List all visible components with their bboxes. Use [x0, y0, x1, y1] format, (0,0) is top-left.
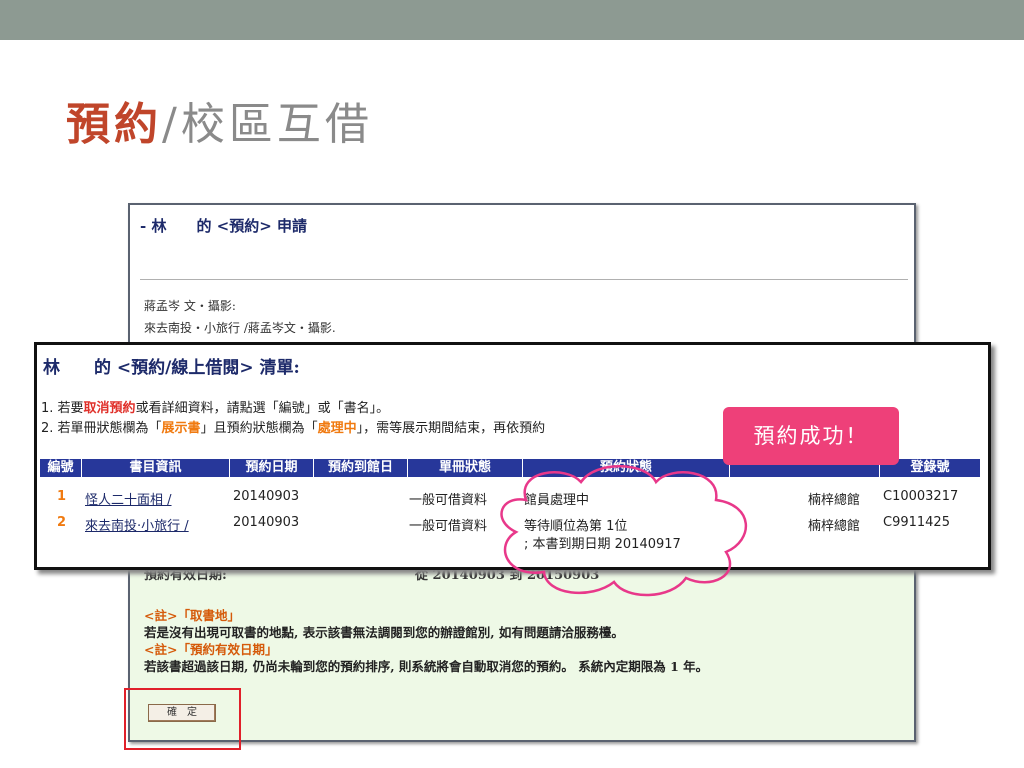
slide-top-bar — [0, 0, 1024, 40]
col-number[interactable]: 編號 — [40, 459, 82, 477]
note-validity-text: 若該書超過該日期, 仍尚未輪到您的預約排序, 則系統將會自動取消您的預約。 系統… — [144, 659, 709, 674]
row-1-number[interactable]: 1 — [57, 489, 66, 504]
cloud-outline — [500, 465, 748, 597]
list-title: 林 的 <預約/線上借閱> 清單: — [43, 358, 300, 378]
processing-keyword: 處理中 — [317, 421, 357, 436]
col-reserve-date[interactable]: 預約日期 — [230, 459, 314, 477]
row-2-reserve-date: 20140903 — [233, 515, 300, 530]
application-title: - 林 的 <預約> 申請 — [140, 217, 308, 235]
slide-title-accent: 預約 — [66, 99, 162, 150]
row-1-title-link[interactable]: 怪人二十面相 / — [85, 489, 172, 508]
slide-title: 預約/校區互借 — [66, 88, 373, 152]
book-author-line: 蔣孟岑 文‧攝影: — [144, 299, 236, 313]
slide-title-rest: /校區互借 — [162, 99, 373, 150]
row-2-number[interactable]: 2 — [57, 515, 66, 530]
row-1-item-status: 一般可借資料 — [409, 493, 488, 508]
confirm-highlight-box — [124, 688, 241, 750]
display-book-keyword: 展示書 — [161, 421, 201, 436]
divider — [140, 279, 908, 280]
row-2-barcode: C9911425 — [883, 515, 950, 530]
row-2-title-link[interactable]: 來去南投‧小旅行 / — [85, 515, 189, 534]
instruction-1: 1. 若要取消預約或看詳細資料，請點選「編號」或「書名」。 — [41, 397, 389, 416]
cancel-reservation-keyword: 取消預約 — [83, 401, 136, 416]
col-arrival-date[interactable]: 預約到館日 — [314, 459, 408, 477]
book-title-line: 來去南投‧小旅行 /蔣孟岑文‧攝影. — [144, 321, 336, 335]
row-1-reserve-date: 20140903 — [233, 489, 300, 504]
instruction-2-mid: 」且預約狀態欄為「 — [200, 421, 318, 436]
instruction-2: 2. 若單冊狀態欄為「展示書」且預約狀態欄為「處理中」，需等展示期間結束，再依預… — [41, 417, 545, 436]
instruction-1-rest: 或看詳細資料，請點選「編號」或「書名」。 — [135, 401, 390, 416]
col-bib-info[interactable]: 書目資訊 — [82, 459, 230, 477]
row-1-branch: 楠梓總館 — [808, 493, 861, 508]
instruction-2-rest: 」，需等展示期間結束，再依預約 — [356, 421, 546, 436]
cloud-callout — [500, 465, 748, 597]
row-1-barcode: C10003217 — [883, 489, 959, 504]
row-2-branch: 楠梓總館 — [808, 519, 861, 534]
row-2-item-status: 一般可借資料 — [409, 519, 488, 534]
instruction-2-text: 2. 若單冊狀態欄為「 — [41, 421, 162, 436]
instruction-1-text: 1. 若要 — [41, 401, 84, 416]
success-badge: 預約成功！ — [723, 407, 899, 465]
